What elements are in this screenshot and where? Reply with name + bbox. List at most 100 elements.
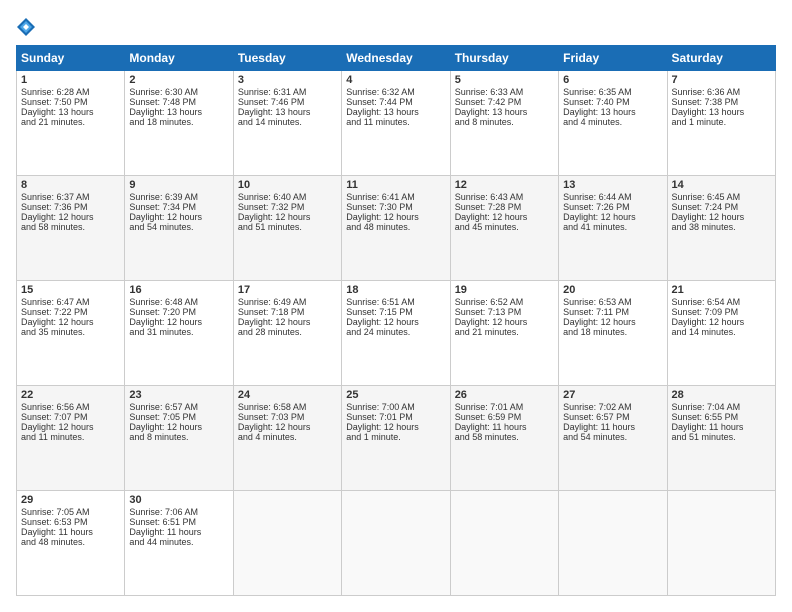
day-cell: 24Sunrise: 6:58 AMSunset: 7:03 PMDayligh… (233, 386, 341, 491)
daylight-label: Daylight: 13 hoursand 18 minutes. (129, 107, 202, 127)
daylight-label: Daylight: 12 hoursand 18 minutes. (563, 317, 636, 337)
day-cell: 25Sunrise: 7:00 AMSunset: 7:01 PMDayligh… (342, 386, 450, 491)
day-cell: 27Sunrise: 7:02 AMSunset: 6:57 PMDayligh… (559, 386, 667, 491)
day-cell: 28Sunrise: 7:04 AMSunset: 6:55 PMDayligh… (667, 386, 775, 491)
day-cell: 5Sunrise: 6:33 AMSunset: 7:42 PMDaylight… (450, 71, 558, 176)
week-row-3: 15Sunrise: 6:47 AMSunset: 7:22 PMDayligh… (17, 281, 776, 386)
sunset: Sunset: 6:51 PM (129, 517, 196, 527)
daylight-label: Daylight: 12 hoursand 4 minutes. (238, 422, 311, 442)
day-cell (559, 491, 667, 596)
day-cell: 18Sunrise: 6:51 AMSunset: 7:15 PMDayligh… (342, 281, 450, 386)
sunset: Sunset: 7:38 PM (672, 97, 739, 107)
sunrise: Sunrise: 6:36 AM (672, 87, 741, 97)
day-number: 27 (563, 389, 662, 401)
sunset: Sunset: 7:01 PM (346, 412, 413, 422)
sunset: Sunset: 7:50 PM (21, 97, 88, 107)
day-number: 29 (21, 494, 120, 506)
weekday-header-monday: Monday (125, 46, 233, 71)
day-cell: 22Sunrise: 6:56 AMSunset: 7:07 PMDayligh… (17, 386, 125, 491)
day-cell (233, 491, 341, 596)
daylight-label: Daylight: 13 hoursand 14 minutes. (238, 107, 311, 127)
day-number: 20 (563, 284, 662, 296)
daylight-label: Daylight: 11 hoursand 51 minutes. (672, 422, 744, 442)
sunset: Sunset: 7:28 PM (455, 202, 522, 212)
header (16, 16, 776, 37)
sunrise: Sunrise: 6:56 AM (21, 402, 90, 412)
daylight-label: Daylight: 12 hoursand 35 minutes. (21, 317, 94, 337)
day-number: 9 (129, 179, 228, 191)
weekday-header-friday: Friday (559, 46, 667, 71)
day-number: 24 (238, 389, 337, 401)
daylight-label: Daylight: 12 hoursand 48 minutes. (346, 212, 419, 232)
sunrise: Sunrise: 6:35 AM (563, 87, 632, 97)
day-cell: 6Sunrise: 6:35 AMSunset: 7:40 PMDaylight… (559, 71, 667, 176)
day-cell: 3Sunrise: 6:31 AMSunset: 7:46 PMDaylight… (233, 71, 341, 176)
sunrise: Sunrise: 6:52 AM (455, 297, 524, 307)
day-number: 18 (346, 284, 445, 296)
daylight-label: Daylight: 12 hoursand 41 minutes. (563, 212, 636, 232)
logo-icon (16, 17, 36, 37)
sunset: Sunset: 7:36 PM (21, 202, 88, 212)
sunrise: Sunrise: 6:47 AM (21, 297, 90, 307)
day-cell: 12Sunrise: 6:43 AMSunset: 7:28 PMDayligh… (450, 176, 558, 281)
sunset: Sunset: 7:32 PM (238, 202, 305, 212)
day-cell: 10Sunrise: 6:40 AMSunset: 7:32 PMDayligh… (233, 176, 341, 281)
sunset: Sunset: 7:07 PM (21, 412, 88, 422)
day-cell: 26Sunrise: 7:01 AMSunset: 6:59 PMDayligh… (450, 386, 558, 491)
daylight-label: Daylight: 12 hoursand 21 minutes. (455, 317, 528, 337)
day-cell (450, 491, 558, 596)
day-number: 23 (129, 389, 228, 401)
sunrise: Sunrise: 6:54 AM (672, 297, 741, 307)
day-cell: 4Sunrise: 6:32 AMSunset: 7:44 PMDaylight… (342, 71, 450, 176)
sunrise: Sunrise: 6:43 AM (455, 192, 524, 202)
sunset: Sunset: 7:24 PM (672, 202, 739, 212)
sunrise: Sunrise: 6:48 AM (129, 297, 198, 307)
daylight-label: Daylight: 12 hoursand 28 minutes. (238, 317, 311, 337)
day-number: 5 (455, 74, 554, 86)
day-number: 15 (21, 284, 120, 296)
day-number: 6 (563, 74, 662, 86)
weekday-header-thursday: Thursday (450, 46, 558, 71)
daylight-label: Daylight: 13 hoursand 1 minute. (672, 107, 745, 127)
weekday-header-row: SundayMondayTuesdayWednesdayThursdayFrid… (17, 46, 776, 71)
day-number: 1 (21, 74, 120, 86)
day-cell: 20Sunrise: 6:53 AMSunset: 7:11 PMDayligh… (559, 281, 667, 386)
day-number: 3 (238, 74, 337, 86)
day-number: 21 (672, 284, 771, 296)
day-number: 11 (346, 179, 445, 191)
sunrise: Sunrise: 6:49 AM (238, 297, 307, 307)
sunrise: Sunrise: 6:39 AM (129, 192, 198, 202)
sunset: Sunset: 7:46 PM (238, 97, 305, 107)
day-number: 14 (672, 179, 771, 191)
sunset: Sunset: 7:13 PM (455, 307, 522, 317)
daylight-label: Daylight: 12 hoursand 14 minutes. (672, 317, 745, 337)
sunrise: Sunrise: 7:00 AM (346, 402, 415, 412)
daylight-label: Daylight: 11 hoursand 54 minutes. (563, 422, 635, 442)
week-row-4: 22Sunrise: 6:56 AMSunset: 7:07 PM Dayligh… (17, 386, 776, 491)
daylight-label: Daylight: 12 hoursand 31 minutes. (129, 317, 202, 337)
sunrise: Sunrise: 6:58 AM (238, 402, 307, 412)
day-cell: 1Sunrise: 6:28 AMSunset: 7:50 PMDaylight… (17, 71, 125, 176)
day-cell: 7Sunrise: 6:36 AMSunset: 7:38 PMDaylight… (667, 71, 775, 176)
sunrise: Sunrise: 6:40 AM (238, 192, 307, 202)
sunrise: Sunrise: 6:28 AM (21, 87, 90, 97)
daylight-label: Daylight: 13 hoursand 4 minutes. (563, 107, 636, 127)
sunrise: Sunrise: 6:53 AM (563, 297, 632, 307)
day-cell: 2Sunrise: 6:30 AMSunset: 7:48 PMDaylight… (125, 71, 233, 176)
sunset: Sunset: 7:40 PM (563, 97, 630, 107)
sunrise: Sunrise: 7:02 AM (563, 402, 632, 412)
weekday-header-sunday: Sunday (17, 46, 125, 71)
day-cell: 30Sunrise: 7:06 AMSunset: 6:51 PMDayligh… (125, 491, 233, 596)
sunrise: Sunrise: 6:31 AM (238, 87, 307, 97)
sunset: Sunset: 7:03 PM (238, 412, 305, 422)
day-number: 8 (21, 179, 120, 191)
day-number: 22 (21, 389, 120, 401)
sunset: Sunset: 6:57 PM (563, 412, 630, 422)
daylight-label: Daylight: 11 hoursand 58 minutes. (455, 422, 527, 442)
day-number: 26 (455, 389, 554, 401)
sunrise: Sunrise: 7:01 AM (455, 402, 524, 412)
daylight-label: Daylight: 11 hoursand 44 minutes. (129, 527, 201, 547)
day-cell: 23Sunrise: 6:57 AMSunset: 7:05 PMDayligh… (125, 386, 233, 491)
sunset: Sunset: 7:15 PM (346, 307, 413, 317)
daylight-label: Daylight: 12 hoursand 54 minutes. (129, 212, 202, 232)
